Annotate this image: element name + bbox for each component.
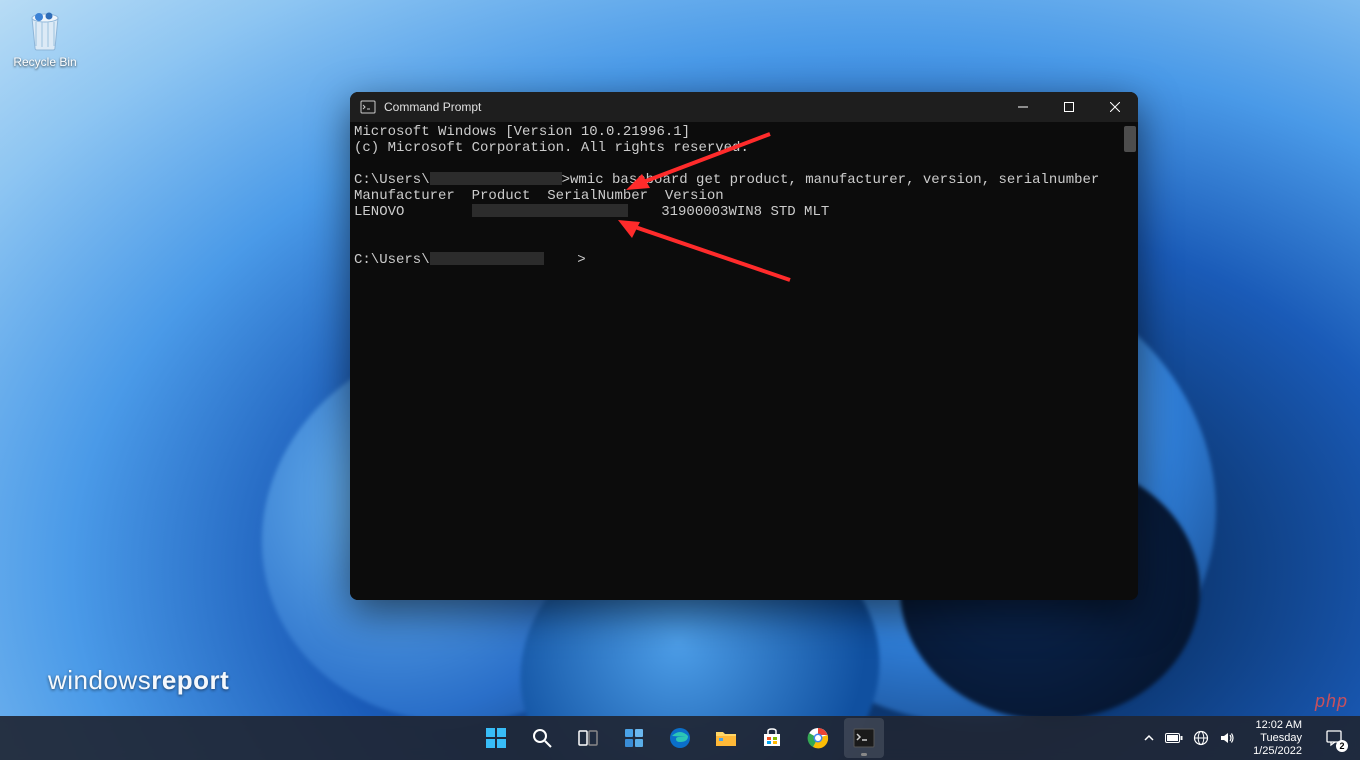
annotation-arrow bbox=[610, 216, 800, 301]
taskbar-right: 12:02 AM Tuesday 1/25/2022 2 bbox=[1137, 716, 1354, 760]
edge-button[interactable] bbox=[660, 718, 700, 758]
notifications-button[interactable]: 2 bbox=[1314, 718, 1354, 758]
file-explorer-button[interactable] bbox=[706, 718, 746, 758]
vertical-scrollbar[interactable] bbox=[1124, 124, 1136, 598]
watermark-windowsreport: windowsreport bbox=[48, 665, 229, 696]
taskbar-clock[interactable]: 12:02 AM Tuesday 1/25/2022 bbox=[1247, 719, 1308, 758]
maximize-button[interactable] bbox=[1046, 92, 1092, 122]
close-button[interactable] bbox=[1092, 92, 1138, 122]
chrome-button[interactable] bbox=[798, 718, 838, 758]
scrollbar-thumb[interactable] bbox=[1124, 126, 1136, 152]
command-prompt-taskbar-button[interactable] bbox=[844, 718, 884, 758]
battery-icon bbox=[1165, 732, 1183, 744]
redacted-username bbox=[430, 172, 562, 185]
cmd-icon bbox=[360, 99, 376, 115]
desktop[interactable]: Recycle Bin Command Prompt Microsoft Win… bbox=[0, 0, 1360, 760]
chevron-up-icon bbox=[1143, 732, 1155, 744]
start-button[interactable] bbox=[476, 718, 516, 758]
volume-icon bbox=[1219, 730, 1235, 746]
clock-date: 1/25/2022 bbox=[1253, 745, 1302, 758]
notification-badge: 2 bbox=[1336, 740, 1348, 752]
watermark-php: php bbox=[1315, 691, 1348, 712]
store-button[interactable] bbox=[752, 718, 792, 758]
window-title: Command Prompt bbox=[384, 100, 481, 114]
taskbar-center bbox=[476, 716, 884, 760]
taskbar[interactable]: 12:02 AM Tuesday 1/25/2022 2 bbox=[0, 716, 1360, 760]
task-view-button[interactable] bbox=[568, 718, 608, 758]
annotation-arrow bbox=[620, 128, 780, 203]
clock-time: 12:02 AM bbox=[1253, 719, 1302, 732]
network-icon bbox=[1193, 730, 1209, 746]
recycle-bin-label: Recycle Bin bbox=[6, 55, 84, 69]
clock-day: Tuesday bbox=[1253, 732, 1302, 745]
minimize-button[interactable] bbox=[1000, 92, 1046, 122]
widgets-button[interactable] bbox=[614, 718, 654, 758]
trash-icon bbox=[22, 6, 68, 52]
system-tray[interactable] bbox=[1137, 720, 1241, 756]
search-button[interactable] bbox=[522, 718, 562, 758]
active-indicator bbox=[861, 753, 867, 756]
recycle-bin-icon[interactable]: Recycle Bin bbox=[6, 6, 84, 69]
window-titlebar[interactable]: Command Prompt bbox=[350, 92, 1138, 122]
redacted-product-serial bbox=[472, 204, 628, 217]
redacted-username bbox=[430, 252, 544, 265]
